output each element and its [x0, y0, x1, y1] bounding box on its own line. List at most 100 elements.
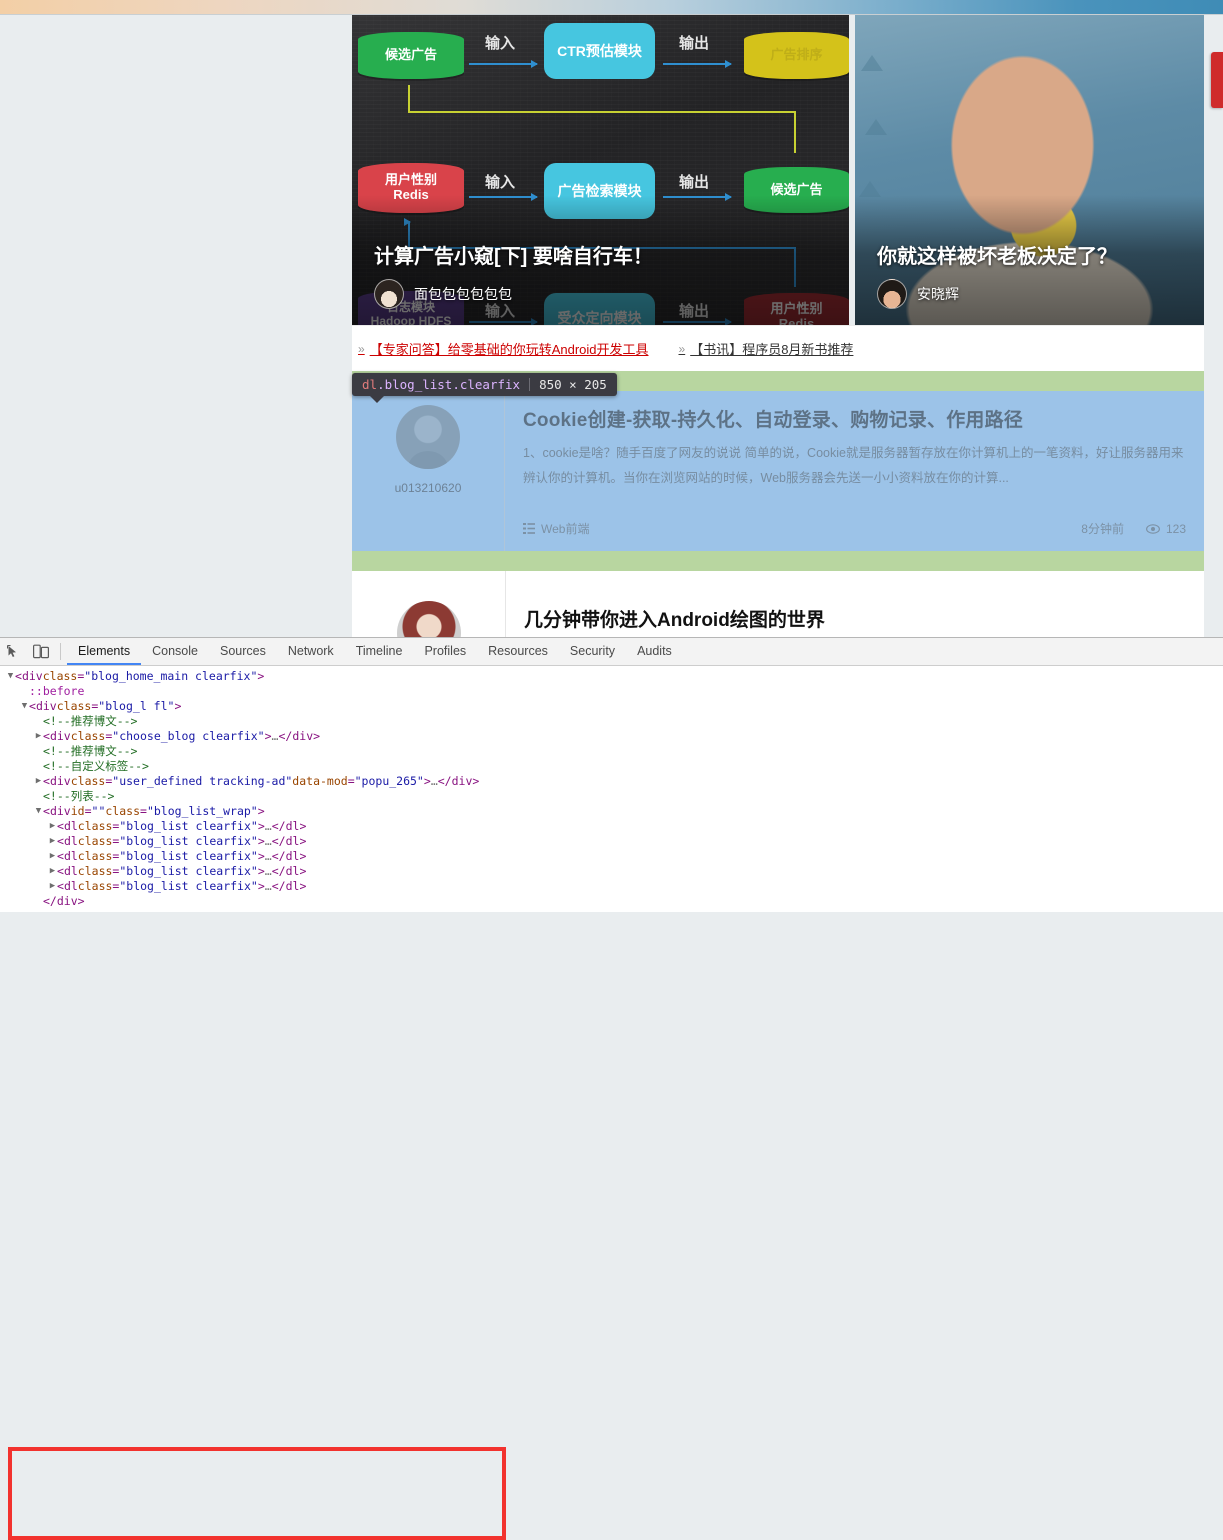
- twisty-collapsed-icon[interactable]: ▶: [48, 834, 57, 849]
- article-description: 1、cookie是啥？随手百度了网友的说说 简单的说，Cookie就是服务器暂存…: [523, 446, 1184, 485]
- banner-author-name: 安晓辉: [917, 286, 959, 302]
- dom-tree-row[interactable]: ▶ < dl class = "blog_list clearfix" >… </dl >: [0, 819, 1223, 834]
- annotation-rectangle: [8, 1447, 506, 1540]
- diagram-node-ad-ranking: 广告排序: [744, 32, 849, 79]
- decor-triangle-2: [865, 119, 887, 135]
- dom-tree-row[interactable]: ·</div>: [0, 894, 1223, 909]
- twisty-expanded-icon[interactable]: ▼: [34, 804, 43, 819]
- devtools-toolbar: Elements Console Sources Network Timeline Pro…: [0, 638, 1223, 666]
- twisty-placeholder: ·: [34, 759, 43, 774]
- banner-title-primary[interactable]: 计算广告小窥[下] 要啥自行车！: [374, 240, 653, 269]
- list-icon: [523, 523, 535, 534]
- eye-icon: [1146, 523, 1160, 534]
- twisty-collapsed-icon[interactable]: ▶: [48, 879, 57, 894]
- tooltip-divider: [529, 378, 531, 391]
- devtools-tab-sources[interactable]: Sources: [209, 638, 277, 665]
- tooltip-classes: .blog_list.clearfix: [377, 377, 521, 392]
- article-views-count: 123: [1165, 521, 1186, 536]
- device-toolbar-icon[interactable]: [27, 638, 54, 665]
- devtools-tab-resources[interactable]: Resources: [477, 638, 559, 665]
- announcement-link-1[interactable]: » 【专家问答】给零基础的你玩转Android开发工具: [358, 339, 649, 358]
- announcement-link-2-label: 【书讯】程序员8月新书推荐: [690, 342, 854, 357]
- devtools-tab-profiles[interactable]: Profiles: [413, 638, 477, 665]
- tooltip-selector: dl.blog_list.clearfix: [362, 377, 520, 392]
- article-category[interactable]: Web前端: [523, 520, 589, 537]
- devtools-tab-security[interactable]: Security: [559, 638, 626, 665]
- devtools-tab-list: Elements Console Sources Network Timeline Pro…: [67, 638, 683, 665]
- dom-tree-row[interactable]: ·<!--推荐博文-->: [0, 714, 1223, 729]
- twisty-placeholder: ·: [34, 894, 43, 909]
- article-category-label: Web前端: [541, 522, 590, 536]
- feedback-line-v1: [408, 85, 410, 113]
- twisty-expanded-icon[interactable]: ▼: [6, 669, 15, 684]
- twisty-placeholder: ·: [34, 714, 43, 729]
- announcement-link-2[interactable]: » 【书讯】程序员8月新书推荐: [679, 339, 854, 358]
- avatar[interactable]: [396, 405, 460, 469]
- dom-tree-row[interactable]: ▼ < div class = "blog_home_main clearfix" >: [0, 669, 1223, 684]
- featured-banner-row: 候选广告 输入 CTR预估模块 输出 广告排序 用户性别 Redis 输入 广告…: [352, 15, 1204, 325]
- article-title[interactable]: Cookie创建-获取-持久化、自动登录、购物记录、作用路径: [523, 405, 1186, 432]
- announcement-link-strip: » 【专家问答】给零基础的你玩转Android开发工具 » 【书讯】程序员8月新…: [352, 325, 1204, 371]
- arrow-2: [663, 60, 732, 68]
- feedback-tab[interactable]: [1211, 52, 1223, 108]
- dom-tree-row[interactable]: ▼ < div id = "" class = "blog_list_wrap" >: [0, 804, 1223, 819]
- browser-top-gradient-strip: [0, 0, 1223, 14]
- dom-tree-row[interactable]: ▶ < dl class = "blog_list clearfix" >… </dl >: [0, 864, 1223, 879]
- highlighted-blog-list-item[interactable]: u013210620 Cookie创建-获取-持久化、自动登录、购物记录、作用路…: [352, 371, 1204, 571]
- edge-label-output-2: 输出: [679, 174, 710, 191]
- next-blog-list-item[interactable]: 几分钟带你进入Android绘图的世界: [352, 571, 1204, 637]
- decor-triangle-1: [861, 55, 883, 71]
- article-author-name[interactable]: u013210620: [395, 481, 462, 495]
- twisty-placeholder: ·: [20, 684, 29, 699]
- dom-tree-row[interactable]: ·<!--推荐博文-->: [0, 744, 1223, 759]
- twisty-expanded-icon[interactable]: ▼: [20, 699, 29, 714]
- dom-tree-row[interactable]: ▼ < div class = "blog_l fl" >: [0, 699, 1223, 714]
- featured-banner-secondary[interactable]: 你就这样被坏老板决定了？ 安晓辉: [855, 15, 1204, 325]
- next-article-title[interactable]: 几分钟带你进入Android绘图的世界: [524, 605, 825, 632]
- article-views: 123: [1146, 522, 1186, 536]
- twisty-collapsed-icon[interactable]: ▶: [48, 819, 57, 834]
- announcement-link-1-label: 【专家问答】给零基础的你玩转Android开发工具: [369, 342, 649, 357]
- dom-tree-row[interactable]: ▶ < dl class = "blog_list clearfix" >… </dl >: [0, 834, 1223, 849]
- feedback-line-v2: [794, 111, 796, 153]
- dom-tree-row[interactable]: ▶ < dl class = "blog_list clearfix" >… </dl >: [0, 879, 1223, 894]
- inspect-content-box: u013210620 Cookie创建-获取-持久化、自动登录、购物记录、作用路…: [352, 391, 1204, 551]
- next-article-author-column: [352, 571, 506, 637]
- dom-tree-row[interactable]: ·<!--列表-->: [0, 789, 1223, 804]
- dom-tree-row[interactable]: ▶ < div class = "choose_blog clearfix" >… </di…: [0, 729, 1223, 744]
- dom-tree-row[interactable]: ·<!--自定义标签-->: [0, 759, 1223, 774]
- twisty-collapsed-icon[interactable]: ▶: [34, 774, 43, 789]
- diagram-node-candidate-ads-1: 候选广告: [358, 32, 464, 79]
- dom-tree-row[interactable]: ▶ < dl class = "blog_list clearfix" >… </dl >: [0, 849, 1223, 864]
- inspect-element-tooltip: dl.blog_list.clearfix 850 × 205: [352, 373, 617, 403]
- banner-title-secondary[interactable]: 你就这样被坏老板决定了？: [877, 240, 1117, 269]
- inspect-element-icon[interactable]: [0, 638, 27, 665]
- devtools-tab-audits[interactable]: Audits: [626, 638, 683, 665]
- avatar[interactable]: [397, 601, 461, 637]
- edge-label-input-2: 输入: [485, 174, 516, 191]
- dom-tree-row[interactable]: ▶ < div class = "user_defined tracking-ad" d…: [0, 774, 1223, 789]
- toolbar-divider: [60, 643, 61, 660]
- twisty-collapsed-icon[interactable]: ▶: [48, 864, 57, 879]
- devtools-tab-elements[interactable]: Elements: [67, 638, 142, 665]
- twisty-collapsed-icon[interactable]: ▶: [48, 849, 57, 864]
- article-body-column: Cookie创建-获取-持久化、自动登录、购物记录、作用路径 1、cookie是…: [505, 391, 1204, 551]
- featured-banner-primary[interactable]: 候选广告 输入 CTR预估模块 输出 广告排序 用户性别 Redis 输入 广告…: [352, 15, 849, 325]
- chevron-right-icon: »: [678, 341, 686, 356]
- avatar: [877, 279, 907, 309]
- banner-author-primary[interactable]: 面包包包包包包: [374, 279, 512, 309]
- diagram-node-ctr-module: CTR预估模块: [544, 23, 655, 79]
- dom-tree-row[interactable]: ·::before: [0, 684, 1223, 699]
- avatar: [374, 279, 404, 309]
- edge-label-input-1: 输入: [485, 35, 516, 52]
- banner-author-secondary[interactable]: 安晓辉: [877, 279, 959, 309]
- twisty-collapsed-icon[interactable]: ▶: [34, 729, 43, 744]
- devtools-tab-timeline[interactable]: Timeline: [345, 638, 414, 665]
- chevron-right-icon: »: [358, 341, 365, 356]
- devtools-tab-console[interactable]: Console: [141, 638, 209, 665]
- arrow-1: [469, 60, 538, 68]
- elements-dom-tree[interactable]: ▼<div class="blog_home_main clearfix">·:…: [0, 666, 1223, 912]
- devtools-tab-network[interactable]: Network: [277, 638, 345, 665]
- feedback-line-h1: [408, 111, 796, 113]
- blog-list-article[interactable]: u013210620 Cookie创建-获取-持久化、自动登录、购物记录、作用路…: [352, 391, 1204, 551]
